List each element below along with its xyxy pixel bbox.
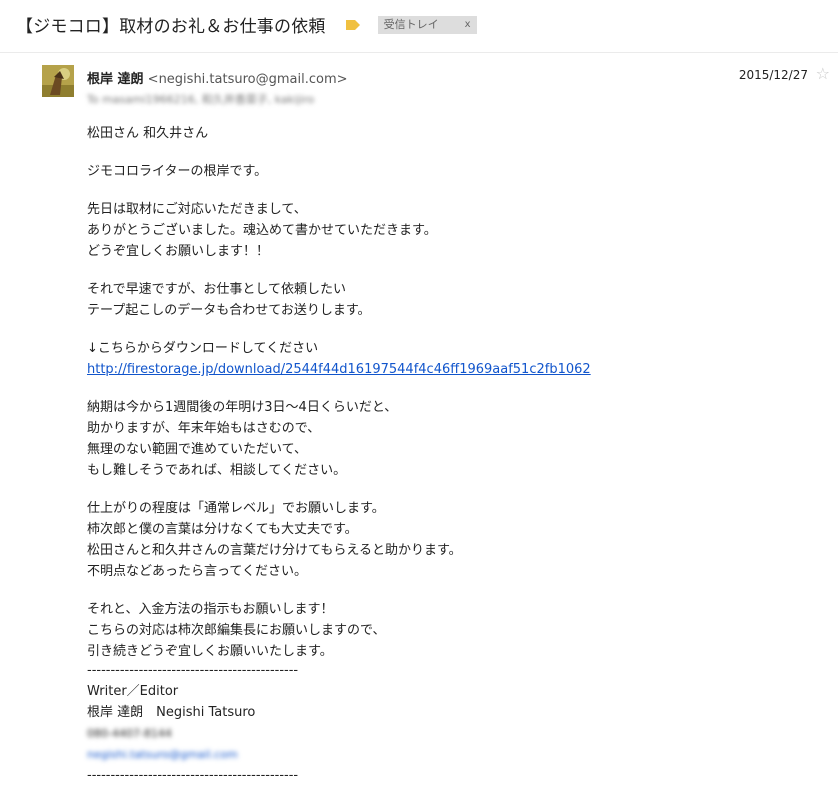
body-line: テープ起こしのデータも合わせてお送りします。 xyxy=(87,303,371,318)
body-line: 無理のない範囲で進めていただいて、 xyxy=(87,442,307,457)
signature-name: 根岸 達朗 Negishi Tatsuro xyxy=(87,705,256,720)
body-line: それで早速ですが、お仕事として依頼したい xyxy=(87,282,346,297)
paragraph-deadline: 納期は今から1週間後の年明け3日〜4日くらいだと、 助かりますが、年末年始もはさ… xyxy=(87,397,591,481)
message-body: 松田さん 和久井さん ジモコロライターの根岸です。 先日は取材にご対応いただきま… xyxy=(87,123,591,679)
signature-title: Writer／Editor xyxy=(87,684,179,699)
body-line: どうぞ宜しくお願いします！！ xyxy=(87,244,270,259)
signature-rule-top: ----------------------------------------… xyxy=(87,663,299,678)
body-line: 仕上がりの程度は「通常レベル」でお願いします。 xyxy=(87,501,385,516)
paragraph-payment: それと、入金方法の指示もお願いします！ こちらの対応は柿次郎編集長にお願いします… xyxy=(87,599,591,662)
inbox-label-text: 受信トレイ xyxy=(383,17,439,31)
sender-line: 根岸 達朗 <negishi.tatsuro@gmail.com> xyxy=(87,68,348,87)
important-marker-icon[interactable] xyxy=(345,19,360,30)
body-line: それと、入金方法の指示もお願いします！ xyxy=(87,602,334,617)
body-line: 先日は取材にご対応いただきまして、 xyxy=(87,202,307,217)
signature-email-link[interactable]: negishi.tatsuro@gmail.com xyxy=(87,744,298,765)
signature-rule-bottom: ----------------------------------------… xyxy=(87,768,299,783)
signature: ----------------------------------------… xyxy=(87,660,298,786)
sender-name[interactable]: 根岸 達朗 xyxy=(87,72,144,87)
paragraph-quality: 仕上がりの程度は「通常レベル」でお願いします。 柿次郎と僕の言葉は分けなくても大… xyxy=(87,498,591,582)
body-line: 引き続きどうぞ宜しくお願いいたします。 xyxy=(87,644,333,659)
remove-label-button[interactable]: x xyxy=(465,16,471,34)
paragraph-thanks: 先日は取材にご対応いただきまして、 ありがとうございました。魂込めて書かせていた… xyxy=(87,199,591,262)
body-line: 納期は今から1週間後の年明け3日〜4日くらいだと、 xyxy=(87,400,398,415)
signature-phone: 080-4407-8144 xyxy=(87,727,172,740)
email-subject: 【ジモコロ】取材のお礼＆お仕事の依頼 xyxy=(16,17,326,37)
avatar[interactable] xyxy=(42,65,74,97)
star-icon[interactable]: ☆ xyxy=(816,64,830,83)
greeting: 松田さん 和久井さん xyxy=(87,126,209,141)
body-line: もし難しそうであれば、相談してください。 xyxy=(87,463,347,478)
body-line: ありがとうございました。魂込めて書かせていただきます。 xyxy=(87,223,437,238)
body-line: 柿次郎と僕の言葉は分けなくても大丈夫です。 xyxy=(87,522,358,537)
download-note: ↓こちらからダウンロードしてください xyxy=(87,341,319,356)
sender-email: <negishi.tatsuro@gmail.com> xyxy=(147,72,348,87)
inbox-label-chip: 受信トレイ x xyxy=(377,15,477,34)
recipients-line[interactable]: To masami1966216, 和久井香菜子, kakijiro xyxy=(87,91,314,107)
intro-line: ジモコロライターの根岸です。 xyxy=(87,164,268,179)
body-line: こちらの対応は柿次郎編集長にお願いしますので、 xyxy=(87,623,386,638)
body-line: 助かりますが、年末年始もはさむので、 xyxy=(87,421,321,436)
paragraph-download: ↓こちらからダウンロードしてください http://firestorage.jp… xyxy=(87,338,591,380)
subject-row: 【ジモコロ】取材のお礼＆お仕事の依頼 受信トレイ x xyxy=(16,12,477,37)
header-divider xyxy=(0,52,838,53)
body-line: 松田さんと和久井さんの言葉だけ分けてもらえると助かります。 xyxy=(87,543,462,558)
message-date: 2015/12/27 xyxy=(738,68,808,82)
body-line: 不明点などあったら言ってください。 xyxy=(87,564,307,579)
paragraph-request: それで早速ですが、お仕事として依頼したい テープ起こしのデータも合わせてお送りし… xyxy=(87,279,591,321)
download-link[interactable]: http://firestorage.jp/download/2544f44d1… xyxy=(87,362,591,377)
